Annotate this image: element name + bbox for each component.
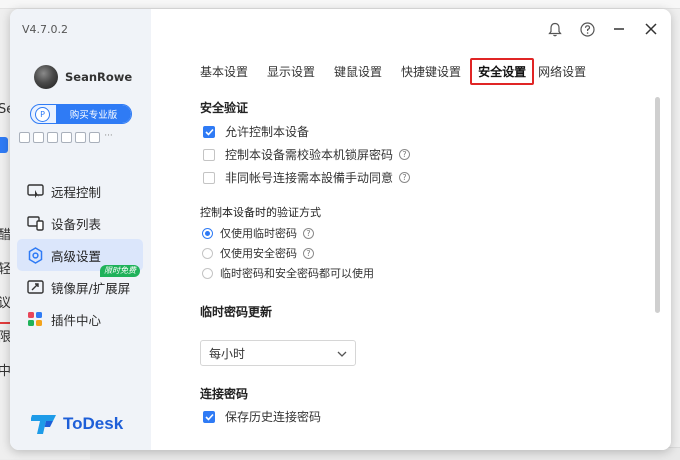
temp-password-update-title: 临时密码更新 (200, 305, 273, 319)
verify-lock-password-option[interactable]: 控制本设备需校验本机锁屏密码 ? (203, 146, 411, 163)
radio-button[interactable] (202, 267, 213, 279)
nav-item-plugin-center[interactable]: 插件中心 (17, 303, 143, 335)
tab-security[interactable]: 安全设置 (470, 58, 535, 85)
chevron-down-icon (337, 346, 347, 360)
nav-label: 高级设置 (51, 248, 102, 264)
option-label: 仅使用临时密码 (220, 227, 297, 240)
security-title: 安全验证 (200, 101, 249, 115)
both-passwords-option[interactable]: 临时密码和安全密码都可以使用 (202, 265, 374, 281)
bell-icon[interactable] (547, 21, 563, 37)
settings-window: V4.7.0.2 SeanRowe P 购买专业版 ··· 远程控制 设备列表 … (10, 9, 671, 450)
version-label: V4.7.0.2 (22, 23, 69, 36)
main-panel: 基本设置 显示设置 键鼠设置 快捷键设置 安全设置 网络设置 安全验证 允许控制… (151, 9, 671, 450)
settings-tabs: 基本设置 显示设置 键鼠设置 快捷键设置 安全设置 网络设置 (200, 58, 605, 85)
brand-logo: ToDesk (31, 413, 123, 435)
option-label: 保存历史连接密码 (225, 410, 322, 424)
security-password-only-option[interactable]: 仅使用安全密码 ? (202, 245, 314, 261)
remote-control-icon (26, 182, 44, 200)
nav-label: 远程控制 (51, 184, 102, 200)
close-icon[interactable] (643, 21, 659, 37)
save-history-password-option[interactable]: 保存历史连接密码 (203, 408, 321, 425)
select-value: 每小时 (209, 346, 246, 361)
mirror-screen-icon (26, 278, 44, 296)
tab-display[interactable]: 显示设置 (267, 63, 315, 80)
buy-pro-button[interactable]: P 购买专业版 (30, 104, 132, 124)
pro-icon: P (35, 106, 50, 122)
help-icon[interactable]: ? (399, 149, 411, 160)
help-icon[interactable]: ? (303, 227, 314, 239)
shield-icon[interactable] (75, 132, 86, 143)
nav-label: 镜像屏/扩展屏 (51, 280, 131, 296)
tab-keyboard-mouse[interactable]: 键鼠设置 (334, 63, 382, 80)
temp-password-only-option[interactable]: 仅使用临时密码 ? (202, 225, 314, 241)
window-icon[interactable] (47, 132, 58, 143)
manual-approve-option[interactable]: 非同帐号连接需本設備手动同意 ? (203, 169, 411, 186)
brand-name: ToDesk (63, 414, 124, 433)
option-label: 非同帐号连接需本設備手动同意 (225, 171, 394, 185)
help-icon[interactable] (579, 21, 595, 37)
nav-label: 插件中心 (51, 312, 102, 328)
radio-button[interactable] (202, 227, 213, 239)
scrollbar[interactable] (655, 97, 660, 313)
sidebar-nav: 远程控制 设备列表 高级设置 限时免费 镜像屏/扩展屏 插件中心 (17, 175, 143, 335)
nav-item-device-list[interactable]: 设备列表 (17, 207, 143, 239)
connect-password-title: 连接密码 (200, 387, 249, 401)
todesk-logo-icon (31, 415, 56, 434)
feature-icons: ··· (19, 132, 114, 143)
checkbox[interactable] (203, 410, 215, 423)
tab-shortcuts[interactable]: 快捷键设置 (401, 63, 461, 80)
cube-icon[interactable] (89, 132, 100, 143)
avatar[interactable] (34, 65, 58, 89)
file-icon[interactable] (61, 132, 72, 143)
gear-icon (26, 246, 44, 264)
monitor-icon[interactable] (33, 132, 44, 143)
option-label: 临时密码和安全密码都可以使用 (220, 267, 374, 280)
more-icon[interactable]: ··· (103, 132, 114, 143)
nav-label: 设备列表 (51, 216, 102, 232)
username[interactable]: SeanRowe (65, 70, 132, 84)
help-icon[interactable]: ? (303, 247, 314, 259)
minimize-icon[interactable] (611, 21, 627, 37)
background-toolbar (0, 0, 680, 9)
tab-basic[interactable]: 基本设置 (200, 63, 248, 80)
free-tag: 限时免费 (100, 265, 140, 277)
checkbox[interactable] (203, 125, 215, 138)
temp-password-update-select[interactable]: 每小时 (200, 340, 356, 366)
option-label: 控制本设备需校验本机锁屏密码 (225, 148, 394, 162)
checkbox[interactable] (203, 171, 215, 184)
help-icon[interactable]: ? (399, 172, 411, 183)
window-controls (547, 21, 659, 37)
device-list-icon (26, 214, 44, 232)
background-selection (0, 137, 8, 153)
radio-button[interactable] (202, 247, 213, 259)
verify-method-title: 控制本设备时的验证方式 (200, 206, 321, 219)
nav-item-remote-control[interactable]: 远程控制 (17, 175, 143, 207)
tab-network[interactable]: 网络设置 (538, 63, 586, 80)
checkbox[interactable] (203, 148, 215, 161)
buy-pro-label: 购买专业版 (56, 105, 131, 123)
background-underline (0, 322, 10, 324)
sidebar: V4.7.0.2 SeanRowe P 购买专业版 ··· 远程控制 设备列表 … (10, 9, 151, 450)
gamepad-icon[interactable] (19, 132, 30, 143)
allow-control-option[interactable]: 允许控制本设备 (203, 123, 309, 140)
option-label: 仅使用安全密码 (220, 247, 297, 260)
nav-item-mirror-screen[interactable]: 限时免费 镜像屏/扩展屏 (17, 265, 143, 303)
plugin-icon (26, 310, 44, 328)
option-label: 允许控制本设备 (225, 125, 310, 139)
